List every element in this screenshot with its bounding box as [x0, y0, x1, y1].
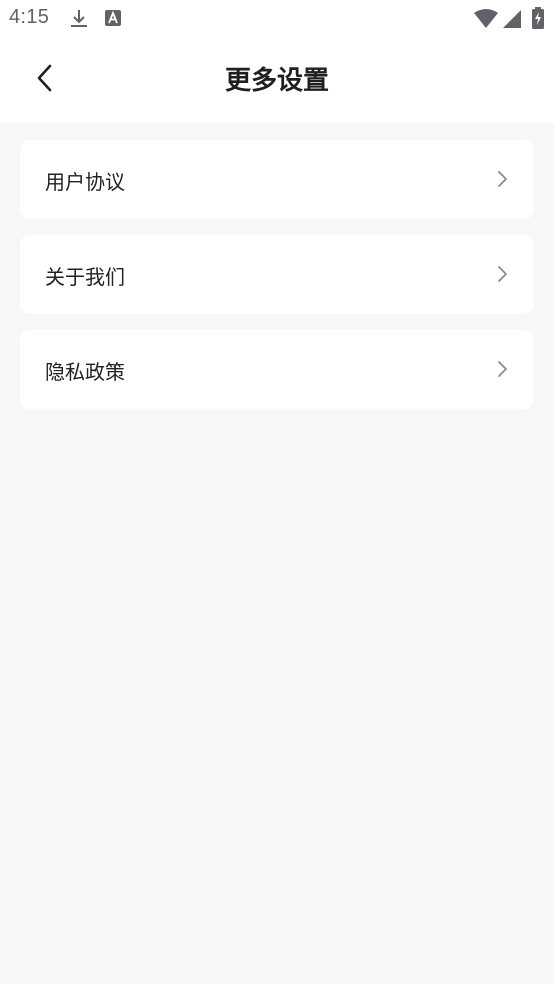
page-title: 更多设置 — [224, 66, 329, 96]
menu-item-privacy-policy[interactable]: 隐私政策 — [20, 330, 534, 409]
menu-item-user-agreement[interactable]: 用户协议 — [20, 140, 534, 219]
status-time: 4:15 — [9, 6, 50, 28]
menu-item-label: 用户协议 — [45, 170, 125, 194]
signal-icon — [502, 9, 522, 33]
menu-item-label: 关于我们 — [45, 265, 125, 289]
text-a-icon — [104, 9, 122, 31]
screen: 4:15 更多设置 用户协议 关于我们 隐私政策 — [0, 0, 554, 984]
chevron-right-icon — [496, 360, 508, 378]
wifi-icon — [473, 9, 499, 33]
battery-charging-icon — [531, 7, 545, 33]
chevron-right-icon — [496, 170, 508, 188]
settings-menu-list: 用户协议 关于我们 隐私政策 — [20, 140, 534, 425]
menu-item-about-us[interactable]: 关于我们 — [20, 235, 534, 314]
status-bar: 4:15 — [0, 0, 554, 38]
download-icon — [70, 8, 88, 34]
menu-item-label: 隐私政策 — [45, 360, 125, 384]
chevron-right-icon — [496, 265, 508, 283]
app-header: 更多设置 — [0, 38, 554, 123]
